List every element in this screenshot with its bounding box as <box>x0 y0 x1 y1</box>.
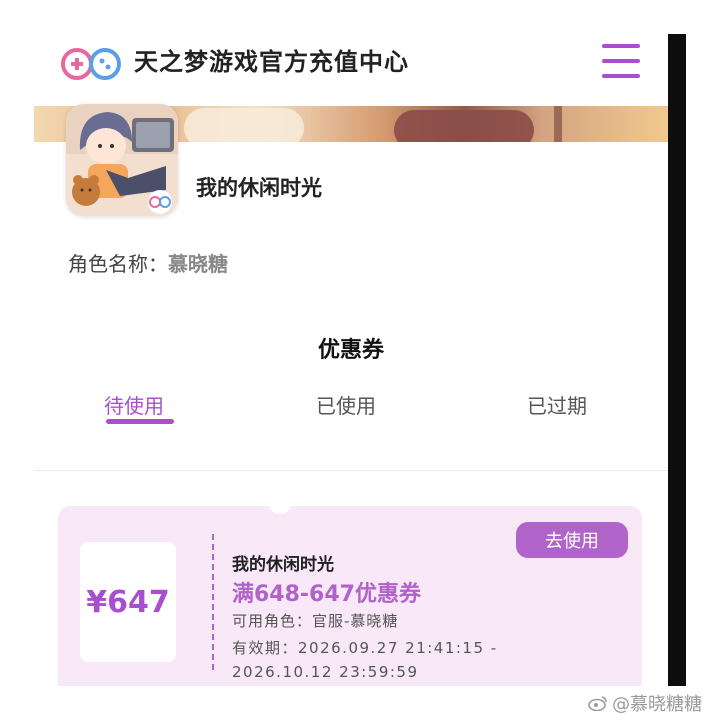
use-coupon-button[interactable]: 去使用 <box>516 522 628 558</box>
coupon-role: 可用角色：官服-慕晓糖 <box>232 612 399 630</box>
tab-pending[interactable]: 待使用 <box>104 390 164 419</box>
game-avatar <box>66 104 178 216</box>
coupon-validity: 有效期：2026.09.27 21:41:15 - 2026.10.12 23:… <box>232 636 498 684</box>
phone-screen: 天之梦游戏官方充值中心 我的休闲时光 角色名称：慕晓糖 优惠券 待使用 已使用 … <box>34 34 668 686</box>
gamepad-logo-icon <box>61 48 121 80</box>
tab-used[interactable]: 已使用 <box>316 390 376 419</box>
active-tab-indicator <box>106 419 174 424</box>
watermark: @慕晓糖糖 <box>588 690 702 716</box>
coupon-amount: ¥647 <box>80 542 176 662</box>
role-label: 角色名称： <box>68 252 168 276</box>
coupon-title: 满648-647优惠券 <box>232 582 421 607</box>
hamburger-menu-icon[interactable] <box>602 44 640 78</box>
header: 天之梦游戏官方充值中心 <box>34 34 668 106</box>
game-name: 我的休闲时光 <box>196 176 322 200</box>
weibo-icon <box>588 696 607 711</box>
watermark-text: @慕晓糖糖 <box>612 694 702 715</box>
coupon-card: ¥647 我的休闲时光 满648-647优惠券 可用角色：官服-慕晓糖 有效期：… <box>58 498 642 686</box>
coupon-validity-end: 2026.10.12 23:59:59 <box>232 663 419 681</box>
role-row: 角色名称：慕晓糖 <box>68 248 228 277</box>
divider <box>34 470 668 471</box>
coupon-section-title: 优惠券 <box>317 338 384 363</box>
role-value: 慕晓糖 <box>168 252 228 276</box>
screen-edge-bar <box>668 34 686 686</box>
game-avatar-image <box>66 104 178 216</box>
coupon-validity-start: 有效期：2026.09.27 21:41:15 - <box>232 639 498 657</box>
coupon-divider <box>212 534 214 670</box>
coupon-notch <box>268 498 292 514</box>
coupon-game-name: 我的休闲时光 <box>232 555 334 575</box>
app-title: 天之梦游戏官方充值中心 <box>134 48 409 76</box>
tab-expired[interactable]: 已过期 <box>527 390 587 419</box>
